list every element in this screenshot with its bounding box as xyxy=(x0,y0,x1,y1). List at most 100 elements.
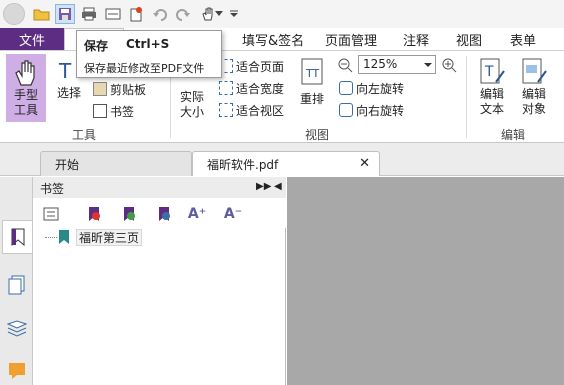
nav-pages[interactable] xyxy=(2,268,32,302)
edit-object-label-2: 对象 xyxy=(521,102,546,116)
edit-text-label-1: 编辑 xyxy=(479,87,504,101)
edit-text-icon: T xyxy=(480,58,505,84)
edit-object-label-1: 编辑 xyxy=(521,87,546,101)
dropdown-icon[interactable] xyxy=(214,4,224,24)
open-folder-icon[interactable] xyxy=(31,4,51,24)
hand-icon xyxy=(15,60,35,86)
bookmark-nav-icon xyxy=(11,228,24,246)
bookmark-label: 书签 xyxy=(110,104,135,119)
fit-visible-icon xyxy=(219,103,233,117)
zoom-value: 125% xyxy=(363,57,398,71)
pages-icon xyxy=(8,275,25,295)
edit-text-button[interactable]: T 编辑 文本 xyxy=(474,57,510,117)
fit-visible-label: 适合视区 xyxy=(236,103,285,118)
rotate-left-button[interactable]: 向左旋转 xyxy=(339,79,404,97)
scan-icon[interactable] xyxy=(103,4,123,24)
clipboard-icon xyxy=(93,82,107,96)
zoom-select[interactable]: 125% xyxy=(358,55,436,74)
tab-document[interactable]: 福昕软件.pdf ✕ xyxy=(192,151,380,176)
reflow-button[interactable]: TT 重排 xyxy=(297,58,327,107)
increase-font-icon[interactable]: A⁺ xyxy=(188,205,206,223)
tab-page-manage[interactable]: 页面管理 xyxy=(325,28,377,50)
tab-file[interactable]: 文件 xyxy=(0,28,64,50)
tab-view[interactable]: 视图 xyxy=(456,28,482,50)
group-separator xyxy=(466,56,467,138)
tab-form[interactable]: 表单 xyxy=(510,28,536,50)
quick-access-toolbar xyxy=(0,0,564,28)
fit-page-label: 适合页面 xyxy=(236,59,285,74)
tooltip-description: 保存最近修改至PDF文件 xyxy=(84,62,205,75)
bookmark-panel-title: 书签 xyxy=(40,182,65,196)
zoom-out-button[interactable] xyxy=(337,56,353,74)
edit-object-button[interactable]: 编辑 对象 xyxy=(514,57,554,117)
add-bookmark-icon[interactable] xyxy=(120,205,138,223)
bookmark-panel-header xyxy=(33,177,286,198)
tab-fill-sign[interactable]: 填写&签名 xyxy=(242,28,304,50)
save-icon[interactable] xyxy=(55,4,75,24)
edit-text-label-2: 文本 xyxy=(479,102,504,116)
tab-start[interactable]: 开始 xyxy=(40,151,192,176)
clipboard-label: 剪贴板 xyxy=(110,82,147,97)
tab-start-label: 开始 xyxy=(55,157,80,172)
zoom-in-icon xyxy=(442,58,457,73)
customize-icon[interactable] xyxy=(228,4,240,24)
tooltip-title: 保存 xyxy=(84,39,109,53)
close-tab-icon[interactable]: ✕ xyxy=(359,156,370,171)
redo-icon[interactable] xyxy=(173,4,193,24)
save-tooltip: 保存 Ctrl+S 保存最近修改至PDF文件 xyxy=(76,30,222,78)
svg-text:T: T xyxy=(58,59,72,83)
bookmark-options-icon[interactable] xyxy=(42,205,60,223)
new-icon[interactable] xyxy=(126,4,146,24)
undo-icon[interactable] xyxy=(150,4,170,24)
print-icon[interactable] xyxy=(79,4,99,24)
expand-panel-icon[interactable]: ▶▶ xyxy=(256,181,271,192)
tab-document-label: 福昕软件.pdf xyxy=(207,157,279,172)
fit-visible-button[interactable]: 适合视区 xyxy=(219,101,284,119)
rotate-right-icon xyxy=(339,103,353,117)
bookmark-icon xyxy=(93,104,107,118)
tooltip-shortcut: Ctrl+S xyxy=(126,37,170,51)
fit-page-button[interactable]: 适合页面 xyxy=(219,57,284,75)
zoom-out-icon xyxy=(338,58,353,73)
rotate-left-icon xyxy=(339,81,353,95)
svg-text:TT: TT xyxy=(305,67,320,80)
edit-object-icon xyxy=(522,58,547,84)
tools-group-label: 工具 xyxy=(72,128,97,142)
select-label: 选择 xyxy=(56,86,81,100)
actual-size-label-1: 实际 xyxy=(179,90,204,104)
rotate-right-button[interactable]: 向右旋转 xyxy=(339,101,404,119)
actual-size-button[interactable]: 实际 大小 xyxy=(176,90,208,120)
hand-tool-label-2: 工具 xyxy=(13,103,38,117)
comment-icon xyxy=(9,363,25,379)
collapse-panel-icon[interactable]: ◀ xyxy=(274,181,282,192)
fit-width-icon xyxy=(219,81,233,95)
bookmark-button[interactable]: 书签 xyxy=(93,102,134,120)
decrease-font-icon[interactable]: A⁻ xyxy=(224,205,242,223)
fit-width-button[interactable]: 适合宽度 xyxy=(219,79,284,97)
zoom-in-button[interactable] xyxy=(441,56,457,74)
reflow-icon: TT xyxy=(301,58,323,85)
hand-tool-label-1: 手型 xyxy=(13,88,38,102)
app-menu-icon[interactable] xyxy=(3,3,25,25)
tree-connector xyxy=(45,237,57,238)
nav-bookmarks[interactable] xyxy=(2,220,32,254)
svg-text:T: T xyxy=(484,64,494,80)
clipboard-button[interactable]: 剪贴板 xyxy=(93,80,146,98)
nav-layers[interactable] xyxy=(2,312,32,346)
bookmark-properties-icon[interactable] xyxy=(155,205,173,223)
tab-comment[interactable]: 注释 xyxy=(403,28,429,50)
view-group-label: 视图 xyxy=(305,128,330,142)
rotate-left-label: 向左旋转 xyxy=(356,81,405,96)
reflow-label: 重排 xyxy=(299,92,324,106)
document-view[interactable] xyxy=(287,177,564,385)
bookmark-item[interactable]: 福昕第三页 xyxy=(76,229,143,246)
actual-size-label-2: 大小 xyxy=(179,105,204,119)
nav-comments[interactable] xyxy=(2,353,32,385)
zoom-dropdown-icon xyxy=(424,63,432,67)
fit-width-label: 适合宽度 xyxy=(236,81,285,96)
edit-group-label: 编辑 xyxy=(501,128,526,142)
hand-tool-button[interactable]: 手型 工具 xyxy=(6,54,46,122)
delete-bookmark-icon[interactable] xyxy=(85,205,103,223)
bookmark-item-icon xyxy=(58,229,70,248)
layers-icon xyxy=(7,320,27,337)
